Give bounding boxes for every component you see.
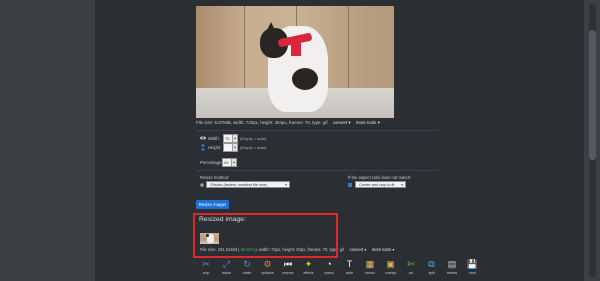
speed-icon: ◔ (326, 259, 332, 269)
tool-label: split (428, 271, 435, 275)
result-convert-dropdown[interactable]: convert ▾ (350, 247, 367, 252)
tool-label: rotate (242, 271, 252, 275)
write-icon: T (346, 259, 353, 269)
more-tools-dropdown[interactable]: more tools ▾ (356, 120, 380, 126)
tool-split[interactable]: ⧉ split (422, 256, 442, 281)
split-icon: ⧉ (428, 259, 435, 269)
tool-label: write (345, 271, 354, 275)
source-file-size: 5.57MiB (214, 120, 231, 125)
aspect-ratio-label: If the aspect ratio does not match: (348, 175, 412, 180)
frames-icon: ▤ (447, 259, 457, 269)
resize-method-select[interactable]: Gifsicle (fastest, smallest file size) ▾ (206, 181, 290, 188)
width-spinner[interactable]: ▲ (232, 134, 238, 143)
width-label: Width: (208, 136, 220, 141)
overlay-icon: ▣ (386, 259, 395, 269)
height-arrows-icon (201, 144, 205, 151)
tool-censor[interactable]: ▦ censor (360, 256, 380, 281)
tool-label: effects (303, 271, 314, 275)
tool-label: censor (364, 271, 376, 275)
width-hint: (Empty = auto) (240, 136, 267, 141)
page-background (0, 0, 95, 281)
tool-label: optimize (261, 271, 274, 275)
tool-label: cut (408, 271, 414, 275)
tools-toolbar: ✂ crop ⤢ resize ↻ rotate ⚙ optimize ⏮ reverse ✦ eff… (196, 256, 486, 281)
gear-icon (200, 183, 204, 187)
tool-label: reverse (282, 271, 294, 275)
tool-effects[interactable]: ✦ effects (299, 256, 319, 281)
source-file-info: File size: 5.57MiB, width: 720px, height… (196, 120, 380, 126)
percentage-label: Percentage: (200, 160, 223, 165)
tool-save[interactable]: 💾 save (463, 256, 483, 281)
resize-image-button[interactable]: Resize image! (196, 200, 229, 209)
rotate-icon: ↻ (243, 259, 251, 269)
tool-frames[interactable]: ▤ frames (442, 256, 462, 281)
result-highlight-annotation (193, 213, 338, 258)
aspect-ratio-select[interactable]: Center and crop to fit ▾ (355, 181, 406, 188)
reverse-icon: ⏮ (283, 259, 293, 269)
convert-dropdown[interactable]: convert ▾ (333, 120, 351, 126)
tool-rotate[interactable]: ↻ rotate (237, 256, 257, 281)
height-label: Height: (208, 145, 222, 150)
optimize-icon: ⚙ (263, 259, 272, 269)
tool-speed[interactable]: ◔ speed (319, 256, 339, 281)
crop-icon: ✂ (202, 259, 210, 269)
effects-icon: ✦ (304, 259, 313, 269)
resize-method-label: Resize method: (200, 175, 230, 180)
tool-write[interactable]: Twrite (340, 256, 360, 281)
tool-crop[interactable]: ✂ crop (196, 256, 216, 281)
tool-label: overlay (385, 271, 396, 275)
divider (196, 170, 438, 171)
percentage-spinner[interactable]: ▲ (231, 158, 237, 167)
tool-label: resize (221, 271, 232, 275)
scrollbar-thumb[interactable] (589, 30, 596, 160)
width-arrows-icon (200, 136, 206, 140)
tool-label: crop (202, 271, 210, 275)
result-more-tools-dropdown[interactable]: more tools ▾ (372, 247, 395, 252)
tool-overlay[interactable]: ▣ overlay (381, 256, 401, 281)
height-spinner[interactable]: ▲ (232, 143, 238, 152)
divider (196, 130, 438, 131)
tool-cut[interactable]: ✄ cut (401, 256, 421, 281)
cut-icon: ✄ (407, 259, 415, 269)
crop-fit-icon (348, 183, 352, 187)
censor-icon: ▦ (365, 259, 375, 269)
tool-reverse[interactable]: ⏮ reverse (278, 256, 298, 281)
height-hint: (Empty = auto) (240, 145, 267, 150)
tool-label: save (468, 271, 477, 275)
tool-resize[interactable]: ⤢ resize (217, 256, 237, 281)
source-image-preview (196, 6, 394, 118)
chevron-down-icon: ▾ (285, 183, 287, 187)
tool-label: frames (446, 271, 458, 275)
tool-optimize[interactable]: ⚙ optimize (258, 256, 278, 281)
tool-label: speed (324, 271, 334, 275)
resize-icon: ⤢ (222, 259, 231, 269)
chevron-down-icon: ▾ (401, 183, 403, 187)
save-icon: 💾 (466, 259, 479, 269)
